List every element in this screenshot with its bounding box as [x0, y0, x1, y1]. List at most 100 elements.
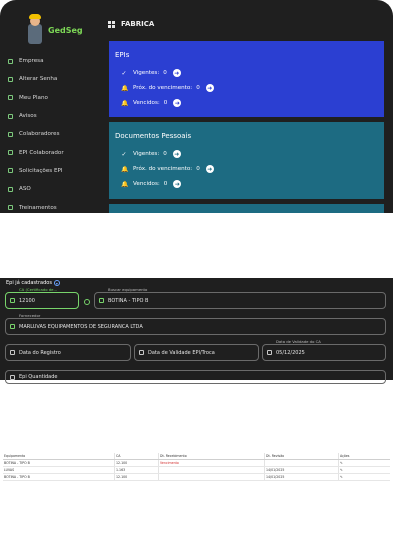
table-row[interactable]: LUVAS 1.163 14/01/2025 ✎ [3, 467, 390, 474]
action-icon[interactable]: ✎ [340, 461, 343, 465]
chevron-down-icon[interactable]: ▾ [53, 280, 60, 286]
search-icon[interactable] [84, 299, 90, 305]
page-header: FABRICA [108, 20, 154, 28]
cell-ca: 1.163 [115, 467, 159, 473]
column-header[interactable]: CA [115, 453, 159, 459]
arrow-right-icon[interactable]: ➜ [172, 69, 181, 77]
sidebar-item-alterar-senha[interactable]: Alterar Senha [0, 70, 103, 88]
list-icon [10, 298, 15, 303]
sidebar-item-label: ASO [19, 186, 31, 193]
cell-acoes[interactable]: ✎ [339, 467, 390, 473]
app-name: GedSeg [48, 26, 83, 35]
calendar-icon [10, 350, 15, 355]
check-icon: ✓ [121, 150, 127, 158]
data-validade-ca-field[interactable]: Data de Validade do CA 05/12/2025 [262, 339, 386, 361]
card-row-proximo-vencimento: 🔔 Próx. do vencimento: 0 ➜ [121, 165, 214, 173]
sidebar-item-label: Solicitações EPI [19, 167, 63, 174]
section-title: Epi já cadastrados ▾ [6, 280, 60, 286]
sidebar-item-label: Avisos [19, 113, 37, 120]
equipamento-field[interactable]: Buscar equipamento BOTINA - TIPO B [94, 287, 386, 309]
sidebar-item-solicitacoes-epi[interactable]: Solicitações EPI [0, 162, 103, 180]
sidebar-item-colaboradores[interactable]: Colaboradores [0, 125, 103, 143]
sidebar-item-label: Colaboradores [19, 131, 60, 138]
sidebar-item-label: Alterar Senha [19, 76, 58, 83]
fornecedor-field-value[interactable]: MARLUVAS EQUIPAMENTOS DE SEGURANCA LTDA [19, 324, 143, 330]
sidebar-item-label: Meu Plano [19, 94, 48, 101]
sidebar-item-label: EPI Colaborador [19, 149, 64, 156]
arrow-right-icon[interactable]: ➜ [173, 99, 182, 107]
row-label: Vencidos: [133, 100, 160, 106]
cell-recebimento [159, 467, 265, 473]
sidebar-item-avisos[interactable]: Avisos [0, 107, 103, 125]
calendar-icon [267, 350, 272, 355]
action-icon[interactable]: ✎ [340, 475, 343, 479]
table-row[interactable]: BOTINA - TIPO B 12.100 14/01/2025 ✎ [3, 474, 390, 481]
bell-icon: 🔔 [121, 84, 129, 92]
table-header: Equipamento CA Dt. Recebimento Dt. Revis… [3, 453, 390, 460]
row-label: Próx. do vencimento: [133, 85, 193, 91]
cell-acoes[interactable]: ✎ [339, 474, 390, 480]
section-title-text: Epi já cadastrados [6, 280, 52, 286]
ca-field[interactable]: CA (Certificado de... 12100 [5, 287, 79, 309]
row-value: 0 [196, 85, 200, 91]
sidebar-item-empresa[interactable]: Empresa [0, 52, 103, 70]
cell-revisao: 14/01/2025 [265, 474, 339, 480]
row-label: Próx. do vencimento: [133, 166, 193, 172]
data-validade-epi-placeholder: Data de Validade EPI/Troca [148, 349, 215, 356]
column-header[interactable]: Dt. Revisão [265, 453, 339, 459]
helmet-icon [8, 150, 13, 156]
bell-icon: 🔔 [121, 180, 129, 188]
check-icon: ✓ [121, 69, 127, 77]
sidebar-item-aso[interactable]: ASO [0, 180, 103, 198]
row-value: 0 [163, 70, 167, 76]
card-row-proximo-vencimento: 🔔 Próx. do vencimento: 0 ➜ [121, 84, 214, 92]
sidebar-item-label: Treinamentos [19, 204, 57, 211]
users-icon [8, 131, 13, 137]
arrow-right-icon[interactable]: ➜ [205, 84, 214, 92]
bell-icon [8, 113, 13, 119]
fornecedor-field-label: Fornecedor [18, 313, 42, 318]
table-row[interactable]: BOTINA - TIPO B 12.100 Vencimento ✎ [3, 460, 390, 467]
row-label: Vigentes: [133, 70, 160, 76]
page-title: FABRICA [121, 20, 155, 28]
ca-field-label: CA (Certificado de... [18, 287, 59, 292]
quantidade-field[interactable]: Epi Quantidade [5, 370, 386, 384]
cell-acoes[interactable]: ✎ [339, 460, 390, 466]
ca-field-value[interactable]: 12100 [19, 298, 35, 304]
column-header[interactable]: Equipamento [3, 453, 115, 459]
sidebar-item-treinamentos[interactable]: Treinamentos [0, 198, 103, 213]
data-validade-ca-label: Data de Validade do CA [275, 339, 322, 344]
grid-icon [108, 20, 115, 28]
column-header[interactable]: Dt. Recebimento [159, 453, 265, 459]
arrow-right-icon[interactable]: ➜ [205, 165, 214, 173]
worker-icon [10, 324, 15, 329]
bell-icon: 🔔 [121, 165, 129, 173]
quantidade-placeholder: Epi Quantidade [19, 374, 58, 380]
card-title: Documentos Pessoais [115, 132, 192, 140]
app-logo-icon [28, 14, 42, 46]
fornecedor-field[interactable]: Fornecedor MARLUVAS EQUIPAMENTOS DE SEGU… [5, 313, 386, 335]
arrow-right-icon[interactable]: ➜ [172, 150, 181, 158]
data-validade-epi-field[interactable]: Data de Validade EPI/Troca [134, 344, 259, 361]
calendar-icon [139, 350, 144, 355]
data-registro-field[interactable]: Data do Registro [5, 344, 131, 361]
column-header[interactable]: Ações [339, 453, 390, 459]
row-value: 0 [163, 181, 168, 187]
arrow-right-icon[interactable]: ➜ [173, 180, 182, 188]
sidebar-item-label: Empresa [19, 58, 44, 65]
row-label: Vigentes: [133, 151, 160, 157]
data-validade-ca-value[interactable]: 05/12/2025 [276, 350, 305, 356]
sidebar-item-epi-colaborador[interactable]: EPI Colaborador [0, 143, 103, 161]
equipamento-field-value[interactable]: BOTINA - TIPO B [108, 298, 148, 304]
epis-card: EPIs ✓ Vigentes: 0 ➜ 🔔 Próx. do vencimen… [109, 41, 384, 117]
row-value: 0 [163, 151, 167, 157]
cell-equipamento: LUVAS [3, 467, 115, 473]
cell-ca: 12.100 [115, 460, 159, 466]
row-label: Vencidos: [133, 181, 160, 187]
sidebar: GedSeg Empresa Alterar Senha Meu Plano A… [0, 0, 103, 213]
sidebar-item-meu-plano[interactable]: Meu Plano [0, 89, 103, 107]
epi-form-panel: Epi já cadastrados ▾ CA (Certificado de.… [0, 278, 393, 384]
list-icon [10, 374, 15, 380]
documentos-pessoais-card: Documentos Pessoais ✓ Vigentes: 0 ➜ 🔔 Pr… [109, 122, 384, 199]
action-icon[interactable]: ✎ [340, 468, 343, 472]
